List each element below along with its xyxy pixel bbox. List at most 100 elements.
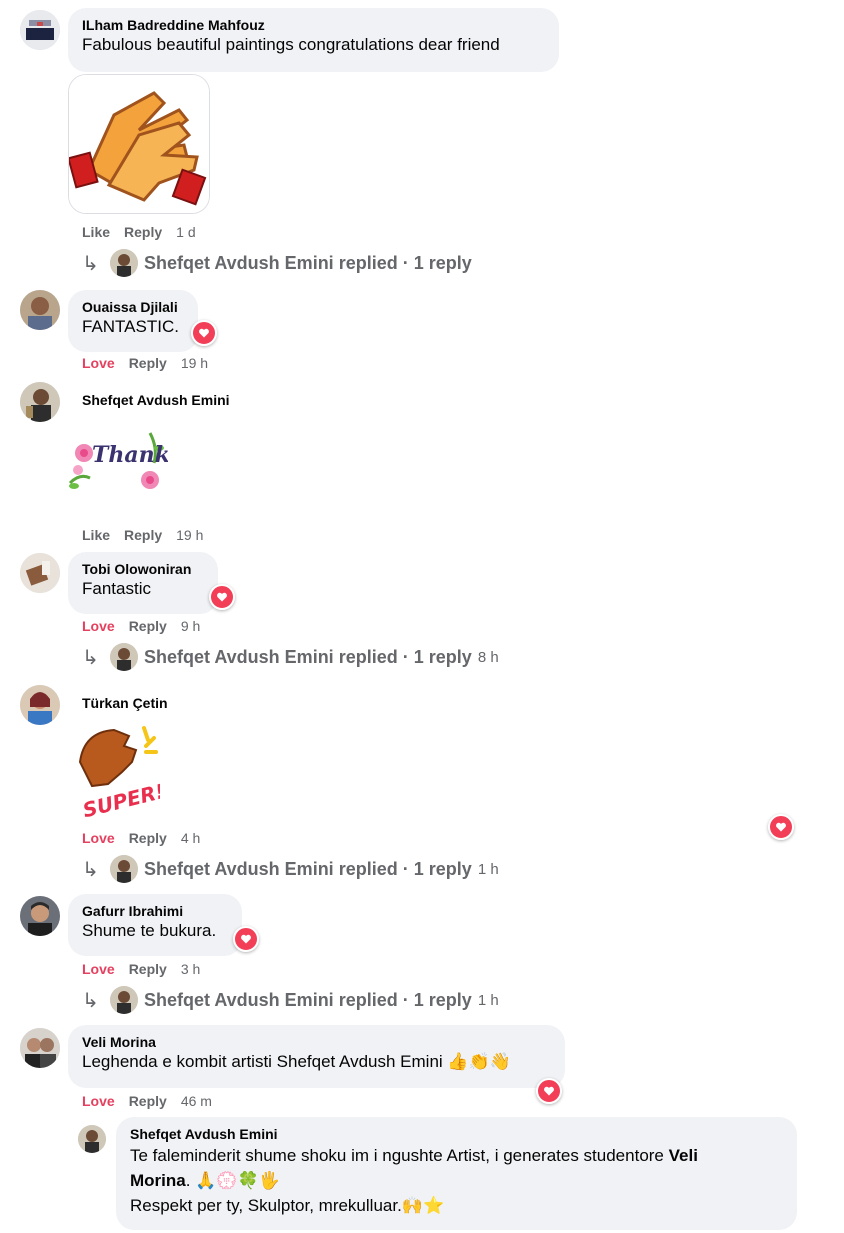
- comment-actions: Love Reply 3 h: [82, 961, 214, 977]
- comment-bubble: Gafurr Ibrahimi Shume te bukura.: [68, 894, 242, 956]
- avatar: [110, 986, 138, 1014]
- comment-actions: Love Reply 9 h: [82, 618, 214, 634]
- avatar[interactable]: [78, 1125, 106, 1153]
- reply-button[interactable]: Reply: [129, 830, 167, 846]
- view-replies[interactable]: ↳ Shefqet Avdush Emini replied · 1 reply: [82, 249, 472, 277]
- timestamp[interactable]: 19 h: [181, 355, 208, 371]
- love-button[interactable]: Love: [82, 961, 115, 977]
- comment-text: Respekt per ty, Skulptor, mrekulluar.🙌⭐: [130, 1196, 445, 1215]
- sticker-text: Thank you: [92, 442, 168, 468]
- comment-text: Shume te bukura.: [82, 921, 217, 940]
- love-button[interactable]: Love: [82, 618, 115, 634]
- separator: ·: [402, 646, 409, 667]
- clapping-hands-sticker[interactable]: [68, 74, 210, 214]
- reply-count: 1 reply: [413, 989, 472, 1010]
- love-button[interactable]: Love: [82, 830, 115, 846]
- reply-arrow-icon: ↳: [82, 252, 99, 275]
- timestamp[interactable]: 19 h: [176, 527, 203, 543]
- love-button[interactable]: Love: [82, 355, 115, 371]
- reply-time: 8 h: [477, 648, 499, 666]
- comment-text: Morina. 🙏💮🍀🖐: [130, 1168, 783, 1193]
- commenter-name[interactable]: ILham Badreddine Mahfouz: [82, 16, 545, 34]
- reply-author: Shefqet Avdush Emini: [144, 646, 334, 667]
- avatar[interactable]: [20, 382, 60, 422]
- like-button[interactable]: Like: [82, 527, 110, 543]
- reply-arrow-icon: ↳: [82, 646, 99, 669]
- commenter-name[interactable]: Shefqet Avdush Emini: [130, 1125, 783, 1143]
- reply-button[interactable]: Reply: [124, 527, 162, 543]
- reply-count: 1 reply: [413, 646, 472, 667]
- comment-text: FANTASTIC.: [82, 317, 179, 336]
- reply-button[interactable]: Reply: [129, 961, 167, 977]
- timestamp[interactable]: 9 h: [181, 618, 200, 634]
- comment-bubble: Shefqet Avdush Emini Te faleminderit shu…: [116, 1117, 797, 1230]
- avatar[interactable]: [20, 685, 60, 725]
- timestamp[interactable]: 4 h: [181, 830, 200, 846]
- reply-time: 1 h: [477, 991, 499, 1009]
- replied-label: replied: [338, 989, 398, 1010]
- separator: ·: [402, 858, 409, 879]
- commenter-name[interactable]: Türkan Çetin: [82, 695, 168, 711]
- reply-arrow-icon: ↳: [82, 858, 99, 881]
- reply-button[interactable]: Reply: [129, 618, 167, 634]
- avatar[interactable]: [20, 10, 60, 50]
- replied-label: replied: [338, 858, 398, 879]
- reply-text-part: Te faleminderit shume shoku im i ngushte…: [130, 1146, 669, 1165]
- love-reaction-icon[interactable]: [768, 814, 794, 840]
- love-button[interactable]: Love: [82, 1093, 115, 1109]
- like-button[interactable]: Like: [82, 224, 110, 240]
- separator: ·: [402, 989, 409, 1010]
- timestamp[interactable]: 46 m: [181, 1093, 212, 1109]
- love-reaction-icon[interactable]: [209, 584, 235, 610]
- comment-bubble: Veli Morina Leghenda e kombit artisti Sh…: [68, 1025, 565, 1088]
- comment-text: Fabulous beautiful paintings congratulat…: [82, 35, 500, 54]
- avatar[interactable]: [20, 896, 60, 936]
- avatar: [110, 855, 138, 883]
- mention[interactable]: Morina: [130, 1171, 186, 1190]
- love-reaction-icon[interactable]: [233, 926, 259, 952]
- comment-actions: Like Reply 19 h: [82, 527, 217, 543]
- replied-label: replied: [338, 252, 398, 273]
- comment-text: Te faleminderit shume shoku im i ngushte…: [130, 1143, 783, 1168]
- reply-count: 1 reply: [413, 252, 472, 273]
- view-replies[interactable]: ↳ Shefqet Avdush Emini replied · 1 reply…: [82, 855, 499, 883]
- commenter-name[interactable]: Veli Morina: [82, 1033, 551, 1051]
- reply-author: Shefqet Avdush Emini: [144, 252, 334, 273]
- comment-actions: Love Reply 19 h: [82, 355, 222, 371]
- mention[interactable]: Veli: [669, 1146, 698, 1165]
- replied-label: replied: [338, 646, 398, 667]
- avatar[interactable]: [20, 1028, 60, 1068]
- comment-bubble: Ouaissa Djilali FANTASTIC.: [68, 290, 198, 352]
- avatar[interactable]: [20, 553, 60, 593]
- avatar: [110, 249, 138, 277]
- comment-bubble: Tobi Olowoniran Fantastic: [68, 552, 218, 614]
- comment-actions: Love Reply 4 h: [82, 830, 214, 846]
- reply-button[interactable]: Reply: [124, 224, 162, 240]
- view-replies[interactable]: ↳ Shefqet Avdush Emini replied · 1 reply…: [82, 643, 499, 671]
- reply-arrow-icon: ↳: [82, 989, 99, 1012]
- commenter-name[interactable]: Ouaissa Djilali: [82, 298, 184, 316]
- commenter-name[interactable]: Shefqet Avdush Emini: [82, 392, 230, 408]
- love-reaction-icon[interactable]: [191, 320, 217, 346]
- timestamp[interactable]: 1 d: [176, 224, 195, 240]
- reply-time: 1 h: [477, 860, 499, 878]
- super-clap-sticker[interactable]: SUPER!: [74, 722, 167, 822]
- reply-count: 1 reply: [413, 858, 472, 879]
- comment-text: Leghenda e kombit artisti Shefqet Avdush…: [82, 1052, 511, 1071]
- reply-text-part: . 🙏💮🍀🖐: [185, 1171, 280, 1190]
- comment-text: Fantastic: [82, 579, 151, 598]
- reply-button[interactable]: Reply: [129, 355, 167, 371]
- love-reaction-icon[interactable]: [536, 1078, 562, 1104]
- timestamp[interactable]: 3 h: [181, 961, 200, 977]
- view-replies[interactable]: ↳ Shefqet Avdush Emini replied · 1 reply…: [82, 986, 499, 1014]
- comment-actions: Like Reply 1 d: [82, 224, 210, 240]
- comment-bubble: ILham Badreddine Mahfouz Fabulous beauti…: [68, 8, 559, 72]
- reply-author: Shefqet Avdush Emini: [144, 858, 334, 879]
- reply-button[interactable]: Reply: [129, 1093, 167, 1109]
- avatar[interactable]: [20, 290, 60, 330]
- commenter-name[interactable]: Gafurr Ibrahimi: [82, 902, 228, 920]
- thank-you-sticker[interactable]: Thank you: [66, 428, 221, 504]
- commenter-name[interactable]: Tobi Olowoniran: [82, 560, 204, 578]
- reply-author: Shefqet Avdush Emini: [144, 989, 334, 1010]
- separator: ·: [402, 252, 409, 273]
